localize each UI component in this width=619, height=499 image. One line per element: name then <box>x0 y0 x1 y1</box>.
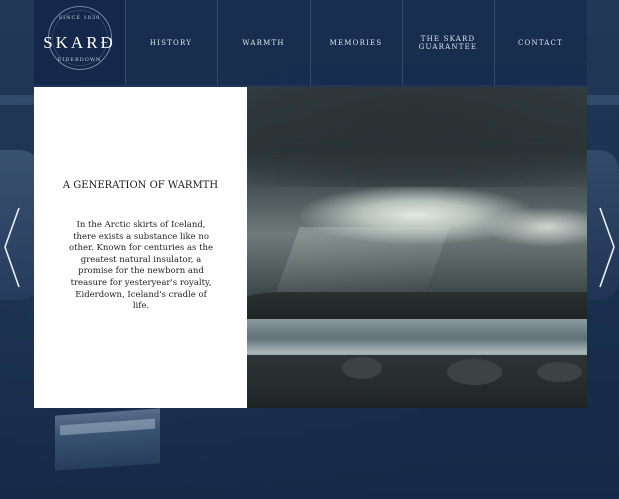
photo-light-beam <box>274 227 450 297</box>
card-title: A GENERATION OF WARMTH <box>62 180 219 191</box>
nav-item-contact[interactable]: CONTACT <box>494 0 587 85</box>
photo-distant-land <box>247 292 587 322</box>
nav-item-memories[interactable]: MEMORIES <box>310 0 402 85</box>
background-bench <box>55 408 160 471</box>
logo-since-text: SINCE 1830 <box>58 15 101 21</box>
nav-item-guarantee[interactable]: THE SKARD GUARANTEE <box>414 0 482 85</box>
photo-rock <box>537 362 582 382</box>
card-text: In the Arctic skirts of Iceland, there e… <box>68 220 214 312</box>
nav-item-warmth[interactable]: WARMTH <box>217 0 310 85</box>
hero-photo <box>247 87 587 408</box>
logo-title: SKARÐ <box>43 33 116 52</box>
nav-item-history[interactable]: HISTORY <box>125 0 217 85</box>
photo-rock <box>342 357 382 379</box>
logo-eiderdown-text: EIDERDOWN <box>57 57 102 63</box>
photo-shore <box>247 355 587 408</box>
nav-divider <box>402 0 403 85</box>
chevron-right-icon[interactable] <box>597 205 617 290</box>
content-card: A GENERATION OF WARMTH In the Arctic ski… <box>34 87 247 408</box>
photo-rock <box>447 359 502 385</box>
photo-dark-cloud <box>247 87 587 187</box>
chevron-left-icon[interactable] <box>2 205 22 290</box>
site-logo[interactable]: SINCE 1830 SKARÐ EIDERDOWN <box>34 0 125 85</box>
